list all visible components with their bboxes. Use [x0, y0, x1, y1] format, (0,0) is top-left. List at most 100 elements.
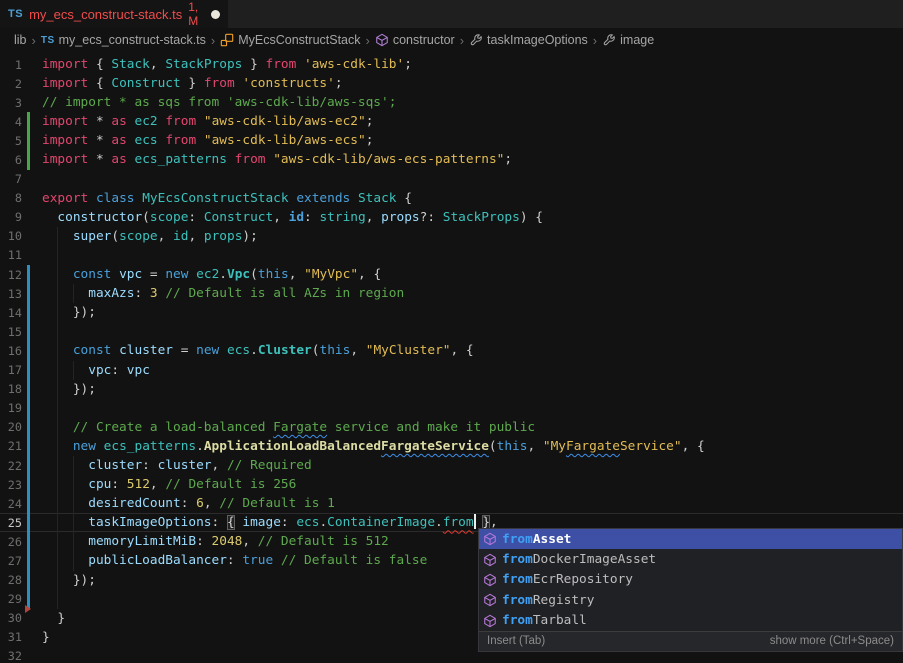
indent-guide — [57, 284, 58, 303]
code-line[interactable]: 3// import * as sqs from 'aws-cdk-lib/aw… — [0, 93, 903, 112]
tab-bar: TS my_ecs_construct-stack.ts 1, M — [0, 0, 903, 28]
code-token: from — [443, 515, 474, 530]
suggest-label-text: Registry — [533, 593, 595, 608]
suggest-item-fromecrrepository[interactable]: fromEcrRepository — [479, 570, 902, 590]
suggest-label-text: Tarball — [533, 613, 587, 628]
code-token: props — [381, 210, 420, 225]
code-token: : — [181, 496, 196, 511]
line-number: 32 — [0, 649, 22, 663]
chevron-right-icon: › — [32, 33, 36, 48]
code-token — [42, 458, 88, 473]
breadcrumb-item-file[interactable]: TS my_ecs_construct-stack.ts — [41, 33, 206, 47]
code-line[interactable]: 23 cpu: 512, // Default is 256 — [0, 475, 903, 494]
code-token: StackProps — [443, 210, 520, 225]
suggest-label-text: DockerImageAsset — [533, 552, 656, 567]
code-line[interactable]: 10 super(scope, id, props); — [0, 227, 903, 246]
line-number: 18 — [0, 382, 22, 396]
indent-guide — [57, 341, 58, 360]
code-token: StackProps — [165, 57, 242, 72]
code-line[interactable]: 22 cluster: cluster, // Required — [0, 456, 903, 475]
code-token: from — [265, 57, 296, 72]
code-text: // Create a load-balanced Fargate servic… — [30, 418, 535, 437]
suggest-item-fromdockerimageasset[interactable]: fromDockerImageAsset — [479, 549, 902, 569]
code-token: ecs — [227, 343, 250, 358]
code-token: , — [350, 343, 365, 358]
code-token: } — [42, 630, 50, 645]
code-token: import — [42, 76, 88, 91]
code-line[interactable]: 8export class MyEcsConstructStack extend… — [0, 189, 903, 208]
line-number: 24 — [0, 497, 22, 511]
code-token: this — [497, 439, 528, 454]
code-text: } — [30, 628, 50, 647]
breadcrumb-item-image[interactable]: image — [602, 33, 654, 47]
code-token: : — [134, 286, 149, 301]
code-token: taskImageOptions — [88, 515, 211, 530]
code-token: ( — [142, 210, 150, 225]
suggest-match-text: from — [502, 593, 533, 608]
code-line[interactable]: 15 — [0, 322, 903, 341]
line-number: 2 — [0, 77, 22, 91]
code-line[interactable]: 24 desiredCount: 6, // Default is 1 — [0, 494, 903, 513]
code-text: }); — [30, 380, 96, 399]
code-line[interactable]: 5import * as ecs from "aws-cdk-lib/aws-e… — [0, 131, 903, 150]
breadcrumb-item-folder[interactable]: lib — [14, 33, 27, 47]
method-cube-icon — [483, 532, 502, 546]
code-line[interactable]: 20 // Create a load-balanced Fargate ser… — [0, 418, 903, 437]
code-token: ApplicationLoadBalanced — [204, 439, 381, 454]
suggest-item-fromasset[interactable]: fromAsset — [479, 529, 902, 549]
code-line[interactable]: 4import * as ec2 from "aws-cdk-lib/aws-e… — [0, 112, 903, 131]
code-text: import { Construct } from 'constructs'; — [30, 74, 343, 93]
code-token: scope — [119, 229, 158, 244]
code-line[interactable]: 17 vpc: vpc — [0, 361, 903, 380]
tab-problems-badge: 1, M — [188, 0, 199, 28]
code-token: { — [397, 191, 412, 206]
code-token: from — [204, 76, 235, 91]
code-token: constructor — [57, 210, 142, 225]
code-line[interactable]: 12 const vpc = new ec2.Vpc(this, "MyVpc"… — [0, 265, 903, 284]
code-line[interactable]: 9 constructor(scope: Construct, id: stri… — [0, 208, 903, 227]
code-line[interactable]: 16 const cluster = new ecs.Cluster(this,… — [0, 341, 903, 360]
code-token: 2048 — [212, 534, 243, 549]
code-token: . — [435, 515, 443, 530]
code-token: // import * as sqs from 'aws-cdk-lib/aws… — [42, 95, 396, 110]
code-token: , { — [450, 343, 473, 358]
code-token: super — [73, 229, 112, 244]
code-token: , — [158, 229, 173, 244]
editor-tab[interactable]: TS my_ecs_construct-stack.ts 1, M — [0, 0, 228, 28]
code-token: import — [42, 114, 88, 129]
suggest-label-text: EcrRepository — [533, 572, 633, 587]
suggest-item-fromregistry[interactable]: fromRegistry — [479, 590, 902, 610]
code-line[interactable]: 2 import { Construct } from 'constructs'; — [0, 74, 903, 93]
code-line[interactable]: 6import * as ecs_patterns from "aws-cdk-… — [0, 150, 903, 169]
unsaved-changes-dot-icon[interactable] — [211, 10, 220, 19]
code-line[interactable]: 14 }); — [0, 303, 903, 322]
code-line[interactable]: 11 — [0, 246, 903, 265]
vscode-window: TS my_ecs_construct-stack.ts 1, M lib › … — [0, 0, 903, 663]
code-text: desiredCount: 6, // Default is 1 — [30, 494, 335, 513]
code-line[interactable]: 21 new ecs_patterns.ApplicationLoadBalan… — [0, 437, 903, 456]
suggest-show-more-hint[interactable]: show more (Ctrl+Space) — [770, 635, 894, 647]
code-line[interactable]: 1import { Stack, StackProps } from 'aws-… — [0, 55, 903, 74]
code-token: extends — [296, 191, 350, 206]
code-text: constructor(scope: Construct, id: string… — [30, 208, 543, 227]
code-line[interactable]: 19 — [0, 399, 903, 418]
line-number: 26 — [0, 535, 22, 549]
code-token: as — [111, 114, 126, 129]
line-number: 8 — [0, 191, 22, 205]
code-token: ContainerImage — [327, 515, 435, 530]
breadcrumb-item-taskimageoptions[interactable]: taskImageOptions — [469, 33, 588, 47]
breadcrumb-item-class[interactable]: MyEcsConstructStack — [220, 33, 360, 47]
code-line[interactable]: 7 — [0, 170, 903, 189]
line-number: 14 — [0, 306, 22, 320]
code-line[interactable]: 13 maxAzs: 3 // Default is all AZs in re… — [0, 284, 903, 303]
code-token: // Default is 1 — [219, 496, 335, 511]
code-line[interactable]: 18 }); — [0, 380, 903, 399]
code-token: cluster — [119, 343, 173, 358]
code-token: // Required — [227, 458, 312, 473]
method-cube-icon — [375, 33, 389, 47]
breadcrumb-item-constructor[interactable]: constructor — [375, 33, 455, 47]
suggest-item-fromtarball[interactable]: fromTarball — [479, 611, 902, 631]
indent-guide — [57, 380, 58, 399]
code-token: vpc — [88, 363, 111, 378]
indent-guide — [57, 361, 58, 380]
